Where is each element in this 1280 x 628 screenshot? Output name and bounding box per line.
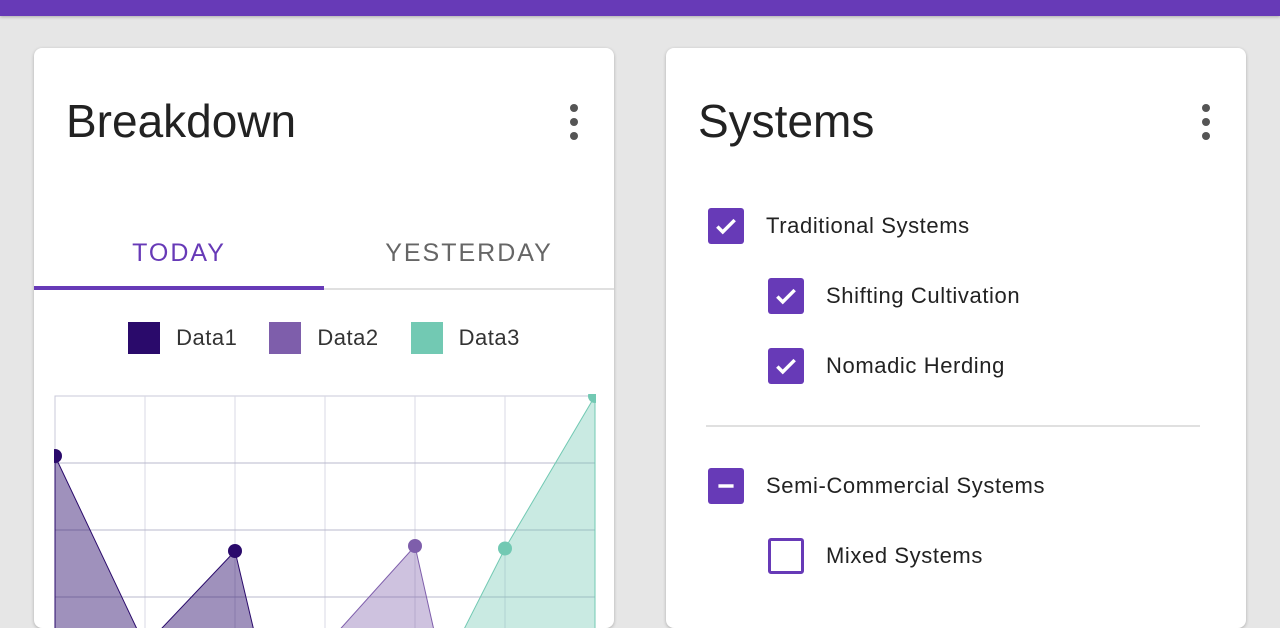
checkbox-label: Traditional Systems [766,213,970,238]
tab-today[interactable]: TODAY [34,218,324,290]
legend-item-data2[interactable]: Data2 [269,322,378,354]
checkbox-label: Shifting Cultivation [826,283,1021,308]
tab-yesterday[interactable]: YESTERDAY [324,218,614,288]
legend-label-data2: Data2 [317,325,379,350]
checkbox-mixed-systems[interactable]: Mixed Systems [768,538,983,574]
checkbox-indeterminate-icon[interactable] [708,468,744,504]
chart-legend: Data1 Data2 Data3 [34,320,614,356]
checkbox-semi-commercial-systems[interactable]: Semi-Commercial Systems [708,468,1045,504]
systems-title: Systems [698,95,875,147]
more-vert-icon[interactable] [566,104,582,140]
checkbox-label: Mixed Systems [826,543,983,568]
area-data2 [340,544,434,628]
legend-swatch-data2 [269,322,302,354]
checkbox-label: Semi-Commercial Systems [766,473,1046,498]
systems-card: Systems Traditional Systems Shifting Cul… [666,48,1246,628]
checkbox-checked-icon[interactable] [768,278,804,314]
more-vert-icon[interactable] [1198,104,1214,140]
divider [706,425,1200,427]
legend-item-data3[interactable]: Data3 [410,322,520,354]
area-data3 [464,394,596,628]
legend-item-data1[interactable]: Data1 [128,322,237,354]
area-data1 [54,455,254,628]
breakdown-title: Breakdown [66,95,297,147]
checkbox-label: Nomadic Herding [826,353,1005,378]
checkbox-unchecked-icon[interactable] [768,538,804,574]
data-point-data2 [408,539,422,553]
data-point-data1 [54,449,62,463]
legend-label-data3: Data3 [458,325,520,350]
legend-swatch-data3 [410,322,443,354]
checkbox-traditional-systems[interactable]: Traditional Systems [708,208,970,244]
checkbox-nomadic-herding[interactable]: Nomadic Herding [768,348,1005,384]
checkbox-checked-icon[interactable] [768,348,804,384]
breakdown-card: Breakdown TODAY YESTERDAY Data1 Data2 Da… [34,48,614,628]
area-chart [54,394,596,628]
checkbox-checked-icon[interactable] [708,208,744,244]
checkbox-shifting-cultivation[interactable]: Shifting Cultivation [768,278,1020,314]
data-point-data3 [588,394,596,403]
legend-swatch-data1 [128,322,161,354]
data-point-data3 [498,541,512,556]
legend-label-data1: Data1 [176,325,238,350]
top-app-bar [0,0,1280,16]
tab-bar: TODAY YESTERDAY [34,218,614,290]
data-point-data1 [228,544,242,558]
